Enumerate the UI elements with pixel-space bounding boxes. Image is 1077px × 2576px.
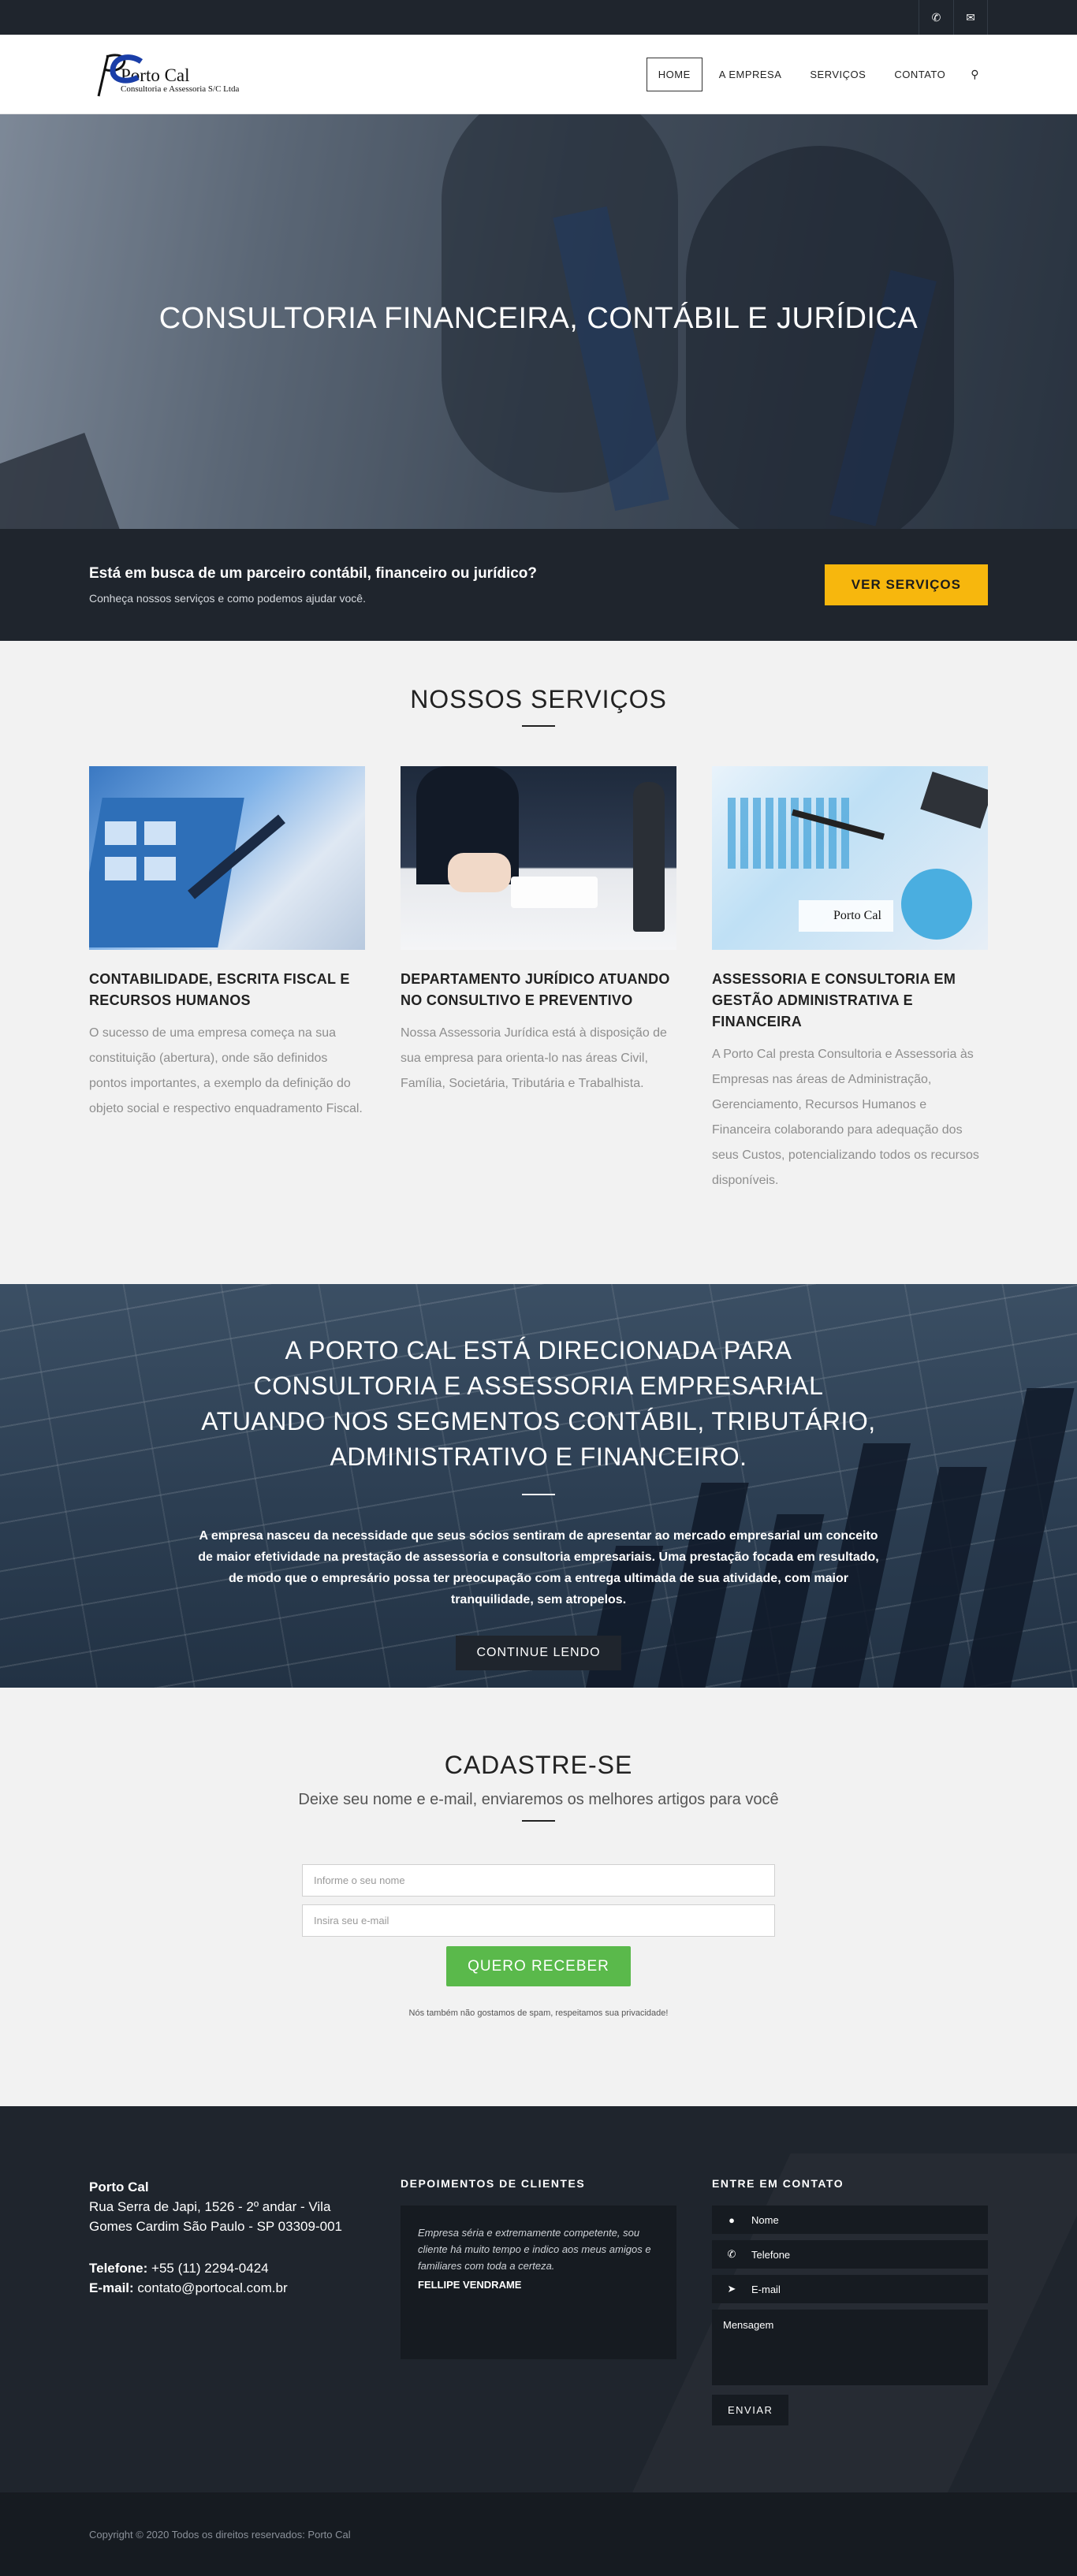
search-icon[interactable]: ⚲ bbox=[962, 67, 988, 82]
top-bar: ✆ ✉ bbox=[0, 0, 1077, 35]
footer-company: Porto Cal bbox=[89, 2180, 149, 2194]
footer: Porto Cal Rua Serra de Japi, 1526 - 2º a… bbox=[0, 2106, 1077, 2492]
divider bbox=[522, 1820, 555, 1822]
service-text: O sucesso de uma empresa começa na sua c… bbox=[89, 1026, 363, 1115]
service-title[interactable]: CONTABILIDADE, ESCRITA FISCAL E RECURSOS… bbox=[89, 969, 365, 1011]
service-text: Nossa Assessoria Jurídica está à disposi… bbox=[401, 1026, 667, 1090]
service-card: Porto Cal ASSESSORIA E CONSULTORIA EM GE… bbox=[712, 766, 988, 1193]
contact-name-field[interactable]: ● Nome bbox=[712, 2206, 988, 2234]
hero-banner: CONSULTORIA FINANCEIRA, CONTÁBIL E JURÍD… bbox=[0, 114, 1077, 529]
bottom-bar: Copyright © 2020 Todos os direitos reser… bbox=[0, 2492, 1077, 2576]
about-section: A PORTO CAL ESTÁ DIRECIONADA PARA CONSUL… bbox=[0, 1284, 1077, 1688]
hero-title: CONSULTORIA FINANCEIRA, CONTÁBIL E JURÍD… bbox=[158, 302, 919, 335]
service-card: DEPARTAMENTO JURÍDICO ATUANDO NO CONSULT… bbox=[401, 766, 676, 1193]
testimonial-card: Empresa séria e extremamente competente,… bbox=[401, 2206, 676, 2359]
send-button[interactable]: ENVIAR bbox=[712, 2395, 789, 2425]
main-nav: HOME A EMPRESA SERVIÇOS CONTATO ⚲ bbox=[646, 57, 988, 91]
footer-address-column: Porto Cal Rua Serra de Japi, 1526 - 2º a… bbox=[89, 2177, 365, 2425]
testimonial-author: FELLIPE VENDRAME bbox=[418, 2279, 522, 2291]
testimonial-text: Empresa séria e extremamente competente,… bbox=[418, 2227, 651, 2272]
testimonials-title: DEPOIMENTOS DE CLIENTES bbox=[401, 2177, 586, 2190]
phone-icon: ✆ bbox=[727, 2248, 736, 2260]
cta-title: Está em busca de um parceiro contábil, f… bbox=[89, 565, 538, 582]
cta-bar: Está em busca de um parceiro contábil, f… bbox=[0, 529, 1077, 641]
service-card: CONTABILIDADE, ESCRITA FISCAL E RECURSOS… bbox=[89, 766, 365, 1193]
service-text: A Porto Cal presta Consultoria e Assesso… bbox=[712, 1048, 979, 1187]
about-title: A PORTO CAL ESTÁ DIRECIONADA PARA CONSUL… bbox=[201, 1336, 876, 1471]
charts-image[interactable]: Porto Cal bbox=[712, 766, 988, 950]
newsletter-section: CADASTRE-SE Deixe seu nome e e-mail, env… bbox=[0, 1688, 1077, 2106]
mail-icon[interactable]: ✉ bbox=[953, 0, 988, 35]
ver-servicos-button[interactable]: VER SERVIÇOS bbox=[824, 564, 988, 605]
copyright: Copyright © 2020 Todos os direitos reser… bbox=[89, 2529, 351, 2541]
footer-contact-column: ENTRE EM CONTATO ● Nome ✆ Telefone ➤ E-m… bbox=[712, 2177, 988, 2425]
phone-icon[interactable]: ✆ bbox=[919, 0, 953, 35]
nav-a-empresa[interactable]: A EMPRESA bbox=[707, 58, 794, 91]
nav-home[interactable]: HOME bbox=[646, 57, 702, 91]
cta-text: Conheça nossos serviços e como podemos a… bbox=[89, 592, 366, 605]
legal-office-image[interactable] bbox=[401, 766, 676, 950]
divider bbox=[522, 1494, 555, 1495]
newsletter-subtitle: Deixe seu nome e e-mail, enviaremos os m… bbox=[298, 1791, 779, 1808]
privacy-note: Nós também não gostamos de spam, respeit… bbox=[408, 2008, 669, 2018]
newsletter-form: Informe o seu nome Insira seu e-mail QUE… bbox=[302, 1864, 775, 2018]
contact-email-field[interactable]: ➤ E-mail bbox=[712, 2275, 988, 2303]
service-title[interactable]: DEPARTAMENTO JURÍDICO ATUANDO NO CONSULT… bbox=[401, 969, 676, 1011]
newsletter-title: CADASTRE-SE bbox=[444, 1751, 633, 1779]
service-title[interactable]: ASSESSORIA E CONSULTORIA EM GESTÃO ADMIN… bbox=[712, 969, 988, 1033]
user-icon: ● bbox=[729, 2213, 735, 2226]
name-input[interactable]: Informe o seu nome bbox=[302, 1864, 775, 1897]
services-section: NOSSOS SERVIÇOS CONTABILIDADE, ESCRITA F… bbox=[0, 641, 1077, 1284]
nav-servicos[interactable]: SERVIÇOS bbox=[798, 58, 878, 91]
subscribe-button[interactable]: QUERO RECEBER bbox=[446, 1946, 631, 1986]
contact-title: ENTRE EM CONTATO bbox=[712, 2177, 844, 2190]
charts-image-logo: Porto Cal bbox=[799, 900, 893, 932]
footer-address: Rua Serra de Japi, 1526 - 2º andar - Vil… bbox=[89, 2199, 342, 2234]
logo-mark-icon bbox=[97, 54, 143, 97]
continue-reading-button[interactable]: CONTINUE LENDO bbox=[456, 1636, 621, 1670]
email-input[interactable]: Insira seu e-mail bbox=[302, 1904, 775, 1937]
site-header: Porto Cal Consultoria e Assessoria S/C L… bbox=[0, 35, 1077, 114]
footer-testimonials-column: DEPOIMENTOS DE CLIENTES Empresa séria e … bbox=[401, 2177, 676, 2425]
divider bbox=[522, 725, 555, 727]
nav-contato[interactable]: CONTATO bbox=[882, 58, 957, 91]
about-text: A empresa nasceu da necessidade que seus… bbox=[198, 1529, 879, 1606]
services-title: NOSSOS SERVIÇOS bbox=[410, 685, 667, 713]
phone-label: Telefone: bbox=[89, 2261, 148, 2276]
footer-email[interactable]: contato@portocal.com.br bbox=[137, 2280, 287, 2295]
calculator-image[interactable] bbox=[89, 766, 365, 950]
email-label: E-mail: bbox=[89, 2280, 134, 2295]
contact-phone-field[interactable]: ✆ Telefone bbox=[712, 2240, 988, 2269]
contact-message-field[interactable]: Mensagem bbox=[712, 2310, 988, 2385]
footer-phone[interactable]: +55 (11) 2294-0424 bbox=[151, 2261, 269, 2276]
send-icon: ➤ bbox=[727, 2283, 736, 2295]
logo[interactable]: Porto Cal Consultoria e Assessoria S/C L… bbox=[89, 50, 239, 98]
